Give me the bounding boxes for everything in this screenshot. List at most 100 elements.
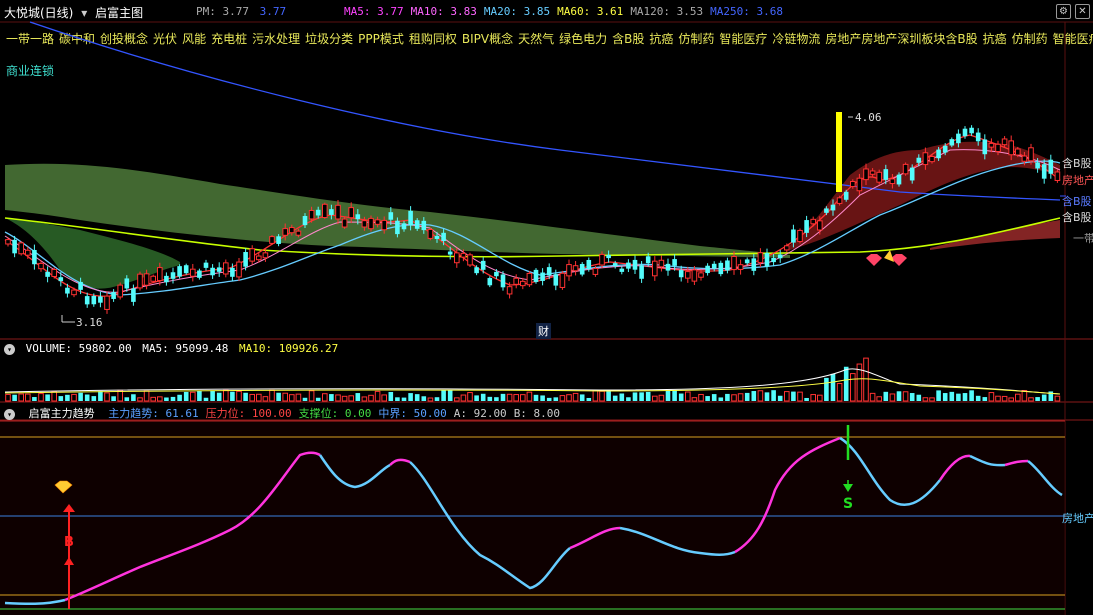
collapse-icon[interactable]: ▾ <box>4 343 15 355</box>
candle-body[interactable] <box>936 149 941 159</box>
candle-body[interactable] <box>12 239 17 254</box>
candle-body[interactable] <box>78 281 83 290</box>
candle-body[interactable] <box>249 248 255 262</box>
candle-body[interactable] <box>25 249 31 256</box>
candle-body[interactable] <box>243 252 248 267</box>
candle-body[interactable] <box>672 259 677 266</box>
candle-body[interactable] <box>111 292 116 299</box>
candle-body[interactable] <box>975 132 981 142</box>
candle-body[interactable] <box>315 209 321 216</box>
candle-body[interactable] <box>58 277 64 282</box>
candle-body[interactable] <box>540 272 545 281</box>
candle-body[interactable] <box>606 254 611 259</box>
candle-body[interactable] <box>1015 148 1021 156</box>
candle-body[interactable] <box>751 258 757 271</box>
candle-body[interactable] <box>427 228 434 239</box>
candle-body[interactable] <box>183 265 189 274</box>
candle-body[interactable] <box>500 274 506 288</box>
candle-body[interactable] <box>876 171 883 183</box>
candle-body[interactable] <box>216 267 222 272</box>
candle-body[interactable] <box>784 245 790 251</box>
candle-body[interactable] <box>1001 138 1008 146</box>
candle-body[interactable] <box>949 139 955 146</box>
candle-body[interactable] <box>71 289 77 296</box>
candle-body[interactable] <box>817 220 823 231</box>
candle-body[interactable] <box>341 218 348 228</box>
candle-body[interactable] <box>308 209 315 220</box>
candle-body[interactable] <box>909 167 915 181</box>
candle-body[interactable] <box>1008 140 1015 156</box>
candle-body[interactable] <box>223 262 229 275</box>
candle-body[interactable] <box>38 262 44 270</box>
candle-body[interactable] <box>177 266 182 277</box>
candle-body[interactable] <box>434 235 440 239</box>
candle-body[interactable] <box>850 181 856 188</box>
candle-body[interactable] <box>395 220 400 235</box>
candle-body[interactable] <box>197 270 202 278</box>
candle-body[interactable] <box>513 277 520 285</box>
candle-body[interactable] <box>883 169 889 180</box>
candle-body[interactable] <box>137 273 143 289</box>
candle-body[interactable] <box>804 220 809 233</box>
candle-body[interactable] <box>843 191 849 200</box>
candle-body[interactable] <box>711 263 717 269</box>
candle-body[interactable] <box>32 249 37 265</box>
candle-body[interactable] <box>764 253 770 267</box>
candle-body[interactable] <box>51 269 58 277</box>
candle-body[interactable] <box>236 261 242 278</box>
candle-body[interactable] <box>408 210 413 226</box>
candle-body[interactable] <box>329 209 334 215</box>
candle-body[interactable] <box>658 259 665 268</box>
candle-body[interactable] <box>203 262 209 268</box>
candle-body[interactable] <box>487 278 493 286</box>
candle-body[interactable] <box>691 269 698 282</box>
candle-body[interactable] <box>896 174 902 185</box>
candle-body[interactable] <box>810 218 817 225</box>
candle-body[interactable] <box>526 272 533 286</box>
candle-body[interactable] <box>282 228 288 236</box>
candle-body[interactable] <box>18 242 24 255</box>
candle-body[interactable] <box>355 214 361 220</box>
candle-body[interactable] <box>572 265 579 272</box>
candle-body[interactable] <box>441 232 446 242</box>
candle-body[interactable] <box>5 239 11 245</box>
candle-body[interactable] <box>335 204 341 220</box>
candle-body[interactable] <box>269 236 275 244</box>
candle-body[interactable] <box>520 280 526 287</box>
candle-body[interactable] <box>256 255 262 261</box>
candle-body[interactable] <box>454 252 460 264</box>
candle-body[interactable] <box>1028 147 1034 162</box>
candle-body[interactable] <box>480 260 486 270</box>
candle-body[interactable] <box>546 267 552 276</box>
candle-body[interactable] <box>374 219 381 225</box>
candle-body[interactable] <box>929 156 935 163</box>
collapse-icon[interactable]: ▾ <box>4 408 15 420</box>
candle-body[interactable] <box>381 219 387 231</box>
candle-body[interactable] <box>830 204 836 211</box>
candle-body[interactable] <box>956 133 961 144</box>
candle-body[interactable] <box>737 264 744 270</box>
candle-body[interactable] <box>164 275 169 283</box>
candle-body[interactable] <box>506 286 513 295</box>
candle-body[interactable] <box>592 267 599 275</box>
candle-body[interactable] <box>401 223 407 230</box>
candle-body[interactable] <box>262 252 269 259</box>
candle-body[interactable] <box>1048 159 1054 174</box>
candle-body[interactable] <box>1054 171 1061 181</box>
candle-body[interactable] <box>447 251 453 255</box>
candle-body[interactable] <box>322 203 328 218</box>
candle-body[interactable] <box>295 230 302 236</box>
candle-body[interactable] <box>579 263 585 275</box>
candle-body[interactable] <box>210 267 215 276</box>
candle-body[interactable] <box>902 163 909 175</box>
candle-body[interactable] <box>777 254 783 259</box>
candle-body[interactable] <box>889 178 896 185</box>
candle-body[interactable] <box>922 152 929 166</box>
candle-body[interactable] <box>124 278 130 289</box>
candle-body[interactable] <box>619 268 625 272</box>
candle-body[interactable] <box>718 262 724 275</box>
candle-body[interactable] <box>1035 162 1040 169</box>
candle-body[interactable] <box>91 295 97 305</box>
candle-body[interactable] <box>725 260 730 271</box>
candle-body[interactable] <box>586 259 592 270</box>
